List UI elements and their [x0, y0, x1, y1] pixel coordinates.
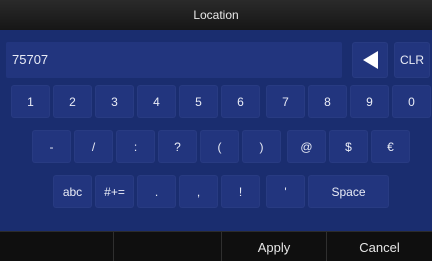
key-question[interactable]: ? — [158, 130, 197, 163]
apply-button[interactable]: Apply — [222, 232, 327, 261]
cancel-button[interactable]: Cancel — [327, 232, 432, 261]
key-label: 9 — [366, 94, 373, 109]
location-input-field[interactable]: 75707 — [6, 42, 342, 78]
key-label: ( — [217, 139, 222, 154]
key-label: abc — [62, 184, 83, 199]
apply-label: Apply — [257, 239, 291, 255]
key-label: 1 — [27, 94, 34, 109]
key-exclamation[interactable]: ! — [221, 175, 260, 208]
key-label: : — [133, 139, 138, 154]
key-0[interactable]: 0 — [392, 85, 431, 118]
key-label: 7 — [282, 94, 289, 109]
key-label: @ — [300, 139, 313, 154]
clear-label: CLR — [399, 53, 424, 67]
screen-title: Location — [193, 8, 239, 22]
key-apostrophe[interactable]: ' — [266, 175, 305, 208]
key-4[interactable]: 4 — [137, 85, 176, 118]
key-slash[interactable]: / — [74, 130, 113, 163]
location-input-value: 75707 — [12, 52, 49, 67]
key-label: , — [196, 184, 201, 199]
key-label: ! — [238, 184, 243, 199]
key-label: 0 — [408, 94, 415, 109]
empty-softkey-1 — [0, 232, 114, 261]
key-7[interactable]: 7 — [266, 85, 305, 118]
key-open-paren[interactable]: ( — [200, 130, 239, 163]
key-label: € — [387, 139, 394, 154]
key-comma[interactable]: , — [179, 175, 218, 208]
key-label: 2 — [69, 94, 76, 109]
key-label: - — [49, 139, 54, 154]
cancel-label: Cancel — [359, 239, 400, 255]
key-close-paren[interactable]: ) — [242, 130, 281, 163]
empty-softkey-2 — [114, 232, 222, 261]
clear-button[interactable]: CLR — [394, 42, 430, 78]
key-hyphen[interactable]: - — [32, 130, 71, 163]
key-label: 4 — [153, 94, 160, 109]
backspace-button[interactable] — [352, 42, 388, 78]
key-2[interactable]: 2 — [53, 85, 92, 118]
location-entry-screen: Location 75707 CLR 1 2 3 4 5 6 7 8 9 0 -… — [0, 0, 432, 261]
key-label: ? — [174, 139, 181, 154]
key-euro[interactable]: € — [371, 130, 410, 163]
key-colon[interactable]: : — [116, 130, 155, 163]
key-dollar[interactable]: $ — [329, 130, 368, 163]
key-symbols-mode[interactable]: #+= — [95, 175, 134, 208]
key-label: 8 — [324, 94, 331, 109]
key-label: 6 — [237, 94, 244, 109]
key-9[interactable]: 9 — [350, 85, 389, 118]
bottom-action-bar: Apply Cancel — [0, 231, 432, 261]
key-label: Space — [331, 184, 366, 199]
key-6[interactable]: 6 — [221, 85, 260, 118]
key-label: . — [154, 184, 159, 199]
key-label: #+= — [104, 184, 125, 199]
key-8[interactable]: 8 — [308, 85, 347, 118]
key-space[interactable]: Space — [308, 175, 389, 208]
key-label: 3 — [111, 94, 118, 109]
key-period[interactable]: . — [137, 175, 176, 208]
title-bar: Location — [0, 0, 432, 30]
key-3[interactable]: 3 — [95, 85, 134, 118]
key-label: 5 — [195, 94, 202, 109]
key-label: $ — [345, 139, 352, 154]
key-at[interactable]: @ — [287, 130, 326, 163]
key-abc-mode[interactable]: abc — [53, 175, 92, 208]
key-label: ) — [259, 139, 264, 154]
onscreen-keyboard: 75707 CLR 1 2 3 4 5 6 7 8 9 0 - / : ? ( … — [0, 30, 432, 231]
key-1[interactable]: 1 — [11, 85, 50, 118]
key-label: / — [91, 139, 96, 154]
key-label: ' — [284, 184, 287, 199]
backspace-triangle-icon — [362, 51, 378, 69]
key-5[interactable]: 5 — [179, 85, 218, 118]
